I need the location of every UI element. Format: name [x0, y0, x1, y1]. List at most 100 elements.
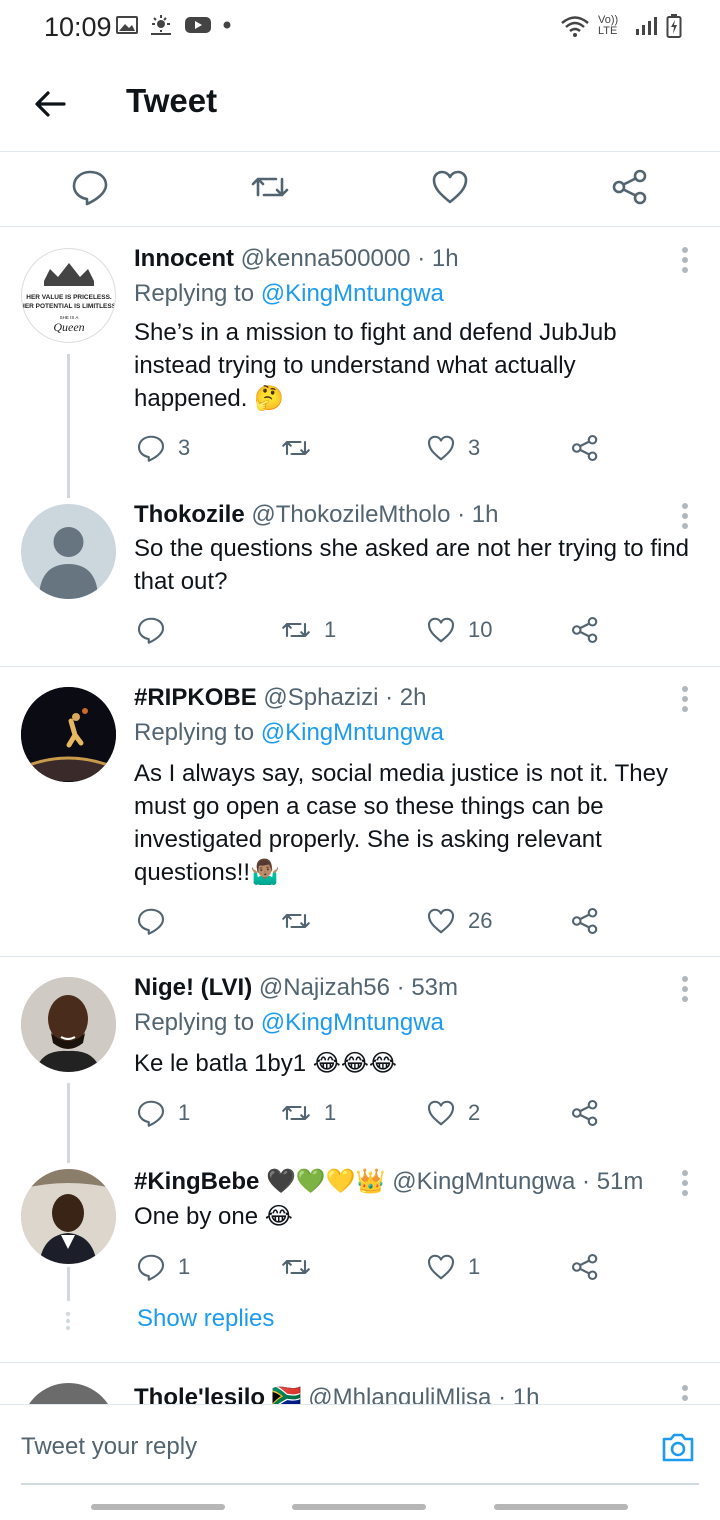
replying-to-mention[interactable]: @KingMntungwa [261, 1009, 444, 1036]
reply-input[interactable]: Tweet your reply [21, 1433, 197, 1461]
reply-action[interactable]: 1 [136, 1247, 190, 1287]
author-name[interactable]: Thole'lesilo 🇿🇦 [134, 1384, 302, 1404]
more-options-icon[interactable] [680, 684, 690, 714]
page-title: Tweet [126, 82, 218, 119]
share-icon [571, 1099, 598, 1127]
author-name[interactable]: Nige! (LVI) [134, 974, 252, 1001]
author-handle[interactable]: @Sphazizi [263, 684, 378, 711]
like-action[interactable]: 3 [426, 428, 480, 468]
reply-action[interactable] [136, 610, 178, 650]
youtube-icon [185, 17, 211, 33]
retweet-icon [282, 622, 310, 638]
tweet-actions: 1 10 [134, 610, 614, 650]
author-name[interactable]: #KingBebe 🖤💚💛👑 [134, 1168, 386, 1195]
more-options-icon[interactable] [680, 501, 690, 531]
reply-tweet-nige[interactable]: Nige! (LVI) @Najizah56 · 53m Replying to… [0, 957, 720, 1163]
reply-icon [137, 1100, 165, 1127]
reply-tweet-thokozile[interactable]: Thokozile @ThokozileMtholo · 1h So the q… [0, 488, 720, 666]
share-action[interactable] [570, 428, 600, 468]
retweet-count: 1 [324, 617, 337, 642]
like-action[interactable]: 26 [426, 901, 492, 941]
avatar[interactable] [21, 504, 116, 599]
retweet-action[interactable] [280, 1247, 324, 1287]
reply-tweet-ripkobe[interactable]: #RIPKOBE @Sphazizi · 2h Replying to @Kin… [0, 667, 720, 957]
network-label: Vo)) LTE [598, 14, 619, 37]
share-icon[interactable] [610, 167, 650, 207]
reply-tweet-innocent[interactable]: HER VALUE IS PRICELESS. HER POTENTIAL IS… [0, 228, 720, 498]
share-action[interactable] [570, 1093, 600, 1133]
like-count: 26 [468, 908, 493, 933]
reply-input-underline [21, 1483, 699, 1485]
reply-action[interactable]: 1 [136, 1093, 190, 1133]
show-replies-link[interactable]: Show replies [137, 1305, 274, 1333]
nav-home-button[interactable] [292, 1504, 426, 1510]
retweet-action[interactable]: 1 [280, 1093, 336, 1133]
camera-icon[interactable] [660, 1429, 696, 1465]
avatar-image-icon: HER VALUE IS PRICELESS. HER POTENTIAL IS… [22, 263, 115, 334]
more-options-icon[interactable] [680, 974, 690, 1004]
like-heart-icon [427, 1100, 455, 1126]
avatar[interactable] [21, 687, 116, 782]
like-heart-icon[interactable] [430, 167, 470, 207]
author-handle[interactable]: @KingMntungwa [392, 1168, 575, 1195]
nav-back-button[interactable] [494, 1504, 628, 1510]
retweet-icon [282, 440, 310, 456]
author-handle[interactable]: @ThokozileMtholo [251, 501, 450, 528]
author-handle[interactable]: @kenna500000 [241, 245, 411, 272]
like-heart-icon [427, 908, 455, 934]
thread-line [67, 354, 70, 498]
avatar[interactable] [21, 1169, 116, 1264]
replying-to-mention[interactable]: @KingMntungwa [261, 719, 444, 746]
like-action[interactable]: 10 [426, 610, 492, 650]
tweet-header: Innocent @kenna500000 · 1h [134, 245, 459, 273]
battery-icon [666, 14, 682, 38]
share-action[interactable] [570, 1247, 600, 1287]
retweet-action[interactable]: 1 [280, 610, 336, 650]
back-arrow-icon[interactable] [30, 84, 70, 124]
thread-line [67, 1267, 70, 1301]
tweet-text: So the questions she asked are not her t… [134, 535, 690, 595]
author-name[interactable]: Thokozile [134, 501, 245, 528]
share-action[interactable] [570, 901, 600, 941]
reply-count: 1 [178, 1100, 191, 1125]
reply-action[interactable] [136, 901, 178, 941]
signal-icon [636, 17, 657, 35]
nav-recents-button[interactable] [91, 1504, 225, 1510]
author-handle[interactable]: @Najizah56 [259, 974, 390, 1001]
author-name[interactable]: Innocent [134, 245, 234, 272]
thread-dots-icon [66, 1312, 70, 1330]
reply-icon [137, 1254, 165, 1281]
reply-count: 1 [178, 1254, 191, 1279]
replying-to: Replying to @KingMntungwa [134, 719, 444, 747]
author-name[interactable]: #RIPKOBE [134, 684, 257, 711]
tweet-time: · 51m [582, 1168, 644, 1195]
tweet-header: #KingBebe 🖤💚💛👑 @KingMntungwa · 51m [134, 1167, 643, 1196]
reply-tweet-kingbebe[interactable]: #KingBebe 🖤💚💛👑 @KingMntungwa · 51m One b… [0, 1157, 720, 1307]
retweet-action[interactable] [280, 901, 324, 941]
reply-tweet-thole-lesilo[interactable]: Thole'lesilo 🇿🇦 @MhlanguliMlisa · 1h [0, 1363, 720, 1404]
more-options-icon[interactable] [680, 1383, 690, 1404]
more-options-icon[interactable] [680, 245, 690, 275]
replying-to-mention[interactable]: @KingMntungwa [261, 280, 444, 307]
avatar[interactable] [21, 1383, 116, 1404]
retweet-icon[interactable] [250, 167, 290, 207]
replying-to-prefix: Replying to [134, 280, 255, 307]
share-action[interactable] [570, 610, 600, 650]
tweet-actions: 1 1 2 [134, 1093, 614, 1133]
tweet-actions: 26 [134, 901, 614, 941]
share-icon [571, 434, 598, 462]
reply-action[interactable]: 3 [136, 428, 190, 468]
retweet-action[interactable] [280, 428, 324, 468]
like-action[interactable]: 1 [426, 1247, 480, 1287]
avatar-image-icon [21, 977, 116, 1072]
more-options-icon[interactable] [680, 1168, 690, 1198]
avatar[interactable]: HER VALUE IS PRICELESS. HER POTENTIAL IS… [21, 248, 116, 343]
avatar[interactable] [21, 977, 116, 1072]
reply-icon [137, 617, 165, 644]
status-left-icons [116, 14, 232, 36]
like-action[interactable]: 2 [426, 1093, 480, 1133]
dot-icon [223, 21, 231, 29]
author-handle[interactable]: @MhlanguliMlisa [308, 1384, 491, 1404]
tweet-time: · 1h [498, 1384, 540, 1404]
reply-icon[interactable] [70, 167, 110, 207]
